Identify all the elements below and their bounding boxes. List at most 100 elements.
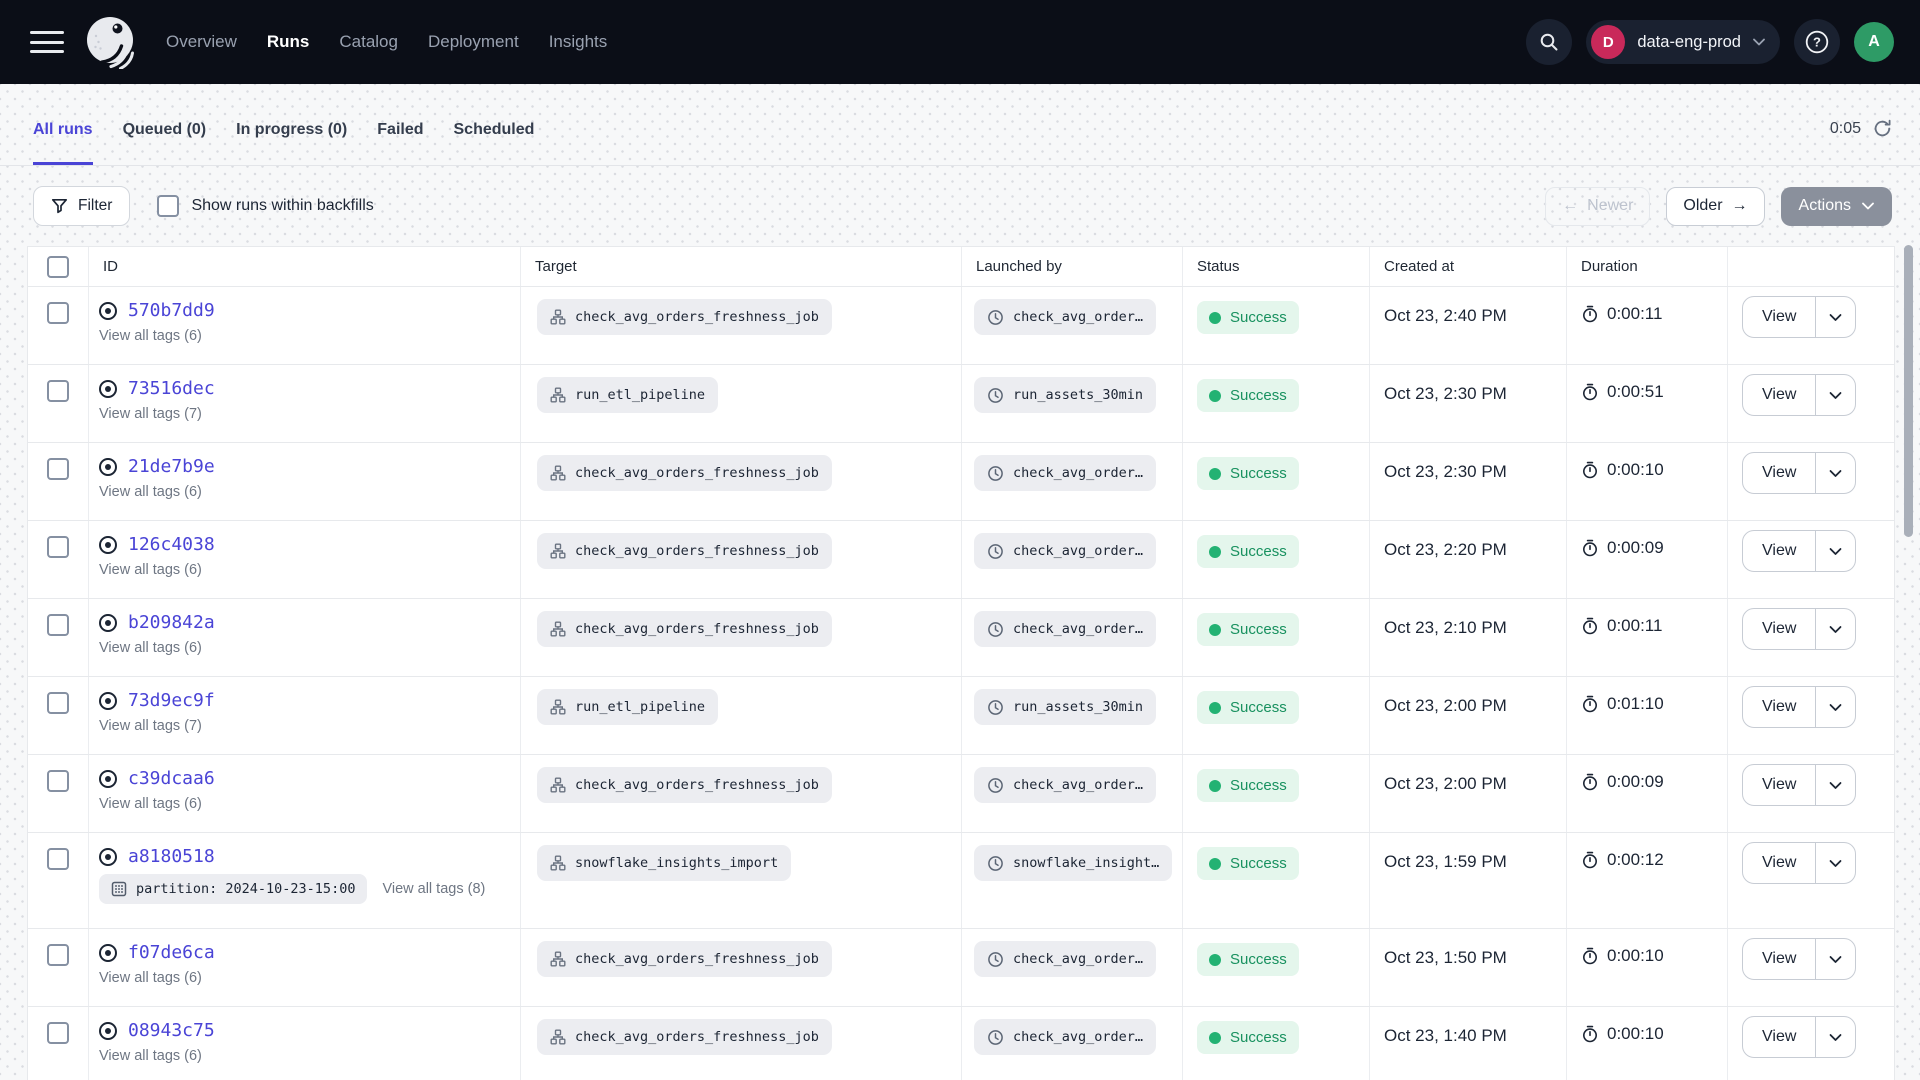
view-dropdown-button[interactable] — [1816, 375, 1855, 415]
run-id-link[interactable]: 21de7b9e — [128, 456, 215, 477]
tab-all-runs[interactable]: All runs — [33, 84, 93, 165]
view-button[interactable]: View — [1743, 765, 1816, 805]
run-id-link[interactable]: a8180518 — [128, 846, 215, 867]
view-button[interactable]: View — [1743, 609, 1816, 649]
run-id-link[interactable]: 570b7dd9 — [128, 300, 215, 321]
row-checkbox[interactable] — [47, 848, 69, 870]
refresh-button[interactable] — [1873, 119, 1892, 138]
view-all-tags-link[interactable]: View all tags (6) — [99, 562, 202, 578]
tab-failed[interactable]: Failed — [377, 84, 423, 165]
view-button[interactable]: View — [1743, 453, 1816, 493]
view-all-tags-link[interactable]: View all tags (6) — [99, 640, 202, 656]
run-id-link[interactable]: f07de6ca — [128, 942, 215, 963]
target-tag[interactable]: run_etl_pipeline — [537, 689, 718, 725]
tab-scheduled[interactable]: Scheduled — [454, 84, 535, 165]
tab-queued[interactable]: Queued (0) — [123, 84, 207, 165]
view-button[interactable]: View — [1743, 687, 1816, 727]
launched-by-tag[interactable]: run_assets_30min — [974, 377, 1156, 413]
launched-by-tag[interactable]: snowflake_insight… — [974, 845, 1172, 881]
view-dropdown-button[interactable] — [1816, 1017, 1855, 1057]
view-button[interactable]: View — [1743, 375, 1816, 415]
workspace-switcher[interactable]: D data-eng-prod — [1586, 20, 1780, 64]
view-dropdown-button[interactable] — [1816, 609, 1855, 649]
nav-catalog[interactable]: Catalog — [339, 32, 398, 52]
view-all-tags-link[interactable]: View all tags (8) — [382, 881, 485, 897]
view-all-tags-link[interactable]: View all tags (6) — [99, 484, 202, 500]
target-tag[interactable]: check_avg_orders_freshness_job — [537, 533, 832, 569]
help-button[interactable]: ? — [1794, 19, 1840, 65]
row-checkbox[interactable] — [47, 1022, 69, 1044]
backfills-checkbox[interactable] — [157, 195, 179, 217]
select-all-checkbox[interactable] — [47, 256, 69, 278]
launched-by-tag[interactable]: check_avg_order… — [974, 767, 1156, 803]
view-dropdown-button[interactable] — [1816, 687, 1855, 727]
row-checkbox[interactable] — [47, 302, 69, 324]
target-tag[interactable]: snowflake_insights_import — [537, 845, 791, 881]
actions-button[interactable]: Actions — [1781, 187, 1892, 226]
run-id-link[interactable]: 73516dec — [128, 378, 215, 399]
run-id-link[interactable]: b209842a — [128, 612, 215, 633]
created-at-text: Oct 23, 2:00 PM — [1384, 774, 1507, 793]
user-avatar[interactable]: A — [1854, 22, 1894, 62]
row-checkbox[interactable] — [47, 536, 69, 558]
row-checkbox[interactable] — [47, 380, 69, 402]
view-dropdown-button[interactable] — [1816, 531, 1855, 571]
run-id-link[interactable]: 08943c75 — [128, 1020, 215, 1041]
view-all-tags-link[interactable]: View all tags (6) — [99, 1048, 202, 1064]
launched-by-tag[interactable]: check_avg_order… — [974, 941, 1156, 977]
view-button[interactable]: View — [1743, 843, 1816, 883]
nav-insights[interactable]: Insights — [549, 32, 608, 52]
status-badge: Success — [1197, 691, 1299, 724]
row-checkbox[interactable] — [47, 944, 69, 966]
view-all-tags-link[interactable]: View all tags (6) — [99, 796, 202, 812]
view-button-group: View — [1742, 842, 1856, 884]
refresh-countdown: 0:05 — [1830, 120, 1861, 138]
search-button[interactable] — [1526, 19, 1572, 65]
vertical-scrollbar[interactable] — [1904, 245, 1913, 537]
view-button[interactable]: View — [1743, 297, 1816, 337]
tab-in-progress[interactable]: In progress (0) — [236, 84, 347, 165]
launched-by-tag[interactable]: run_assets_30min — [974, 689, 1156, 725]
target-tag[interactable]: check_avg_orders_freshness_job — [537, 767, 832, 803]
nav-deployment[interactable]: Deployment — [428, 32, 519, 52]
view-all-tags-link[interactable]: View all tags (6) — [99, 970, 202, 986]
view-button[interactable]: View — [1743, 1017, 1816, 1057]
nav-overview[interactable]: Overview — [166, 32, 237, 52]
view-button[interactable]: View — [1743, 939, 1816, 979]
help-icon: ? — [1804, 29, 1830, 55]
target-tag[interactable]: check_avg_orders_freshness_job — [537, 299, 832, 335]
run-id-link[interactable]: 126c4038 — [128, 534, 215, 555]
view-all-tags-link[interactable]: View all tags (6) — [99, 328, 202, 344]
newer-button[interactable]: ← Newer — [1545, 187, 1650, 226]
target-tag[interactable]: check_avg_orders_freshness_job — [537, 611, 832, 647]
view-all-tags-link[interactable]: View all tags (7) — [99, 406, 202, 422]
row-checkbox[interactable] — [47, 770, 69, 792]
launched-by-tag[interactable]: check_avg_order… — [974, 455, 1156, 491]
row-checkbox[interactable] — [47, 614, 69, 636]
target-tag[interactable]: run_etl_pipeline — [537, 377, 718, 413]
view-dropdown-button[interactable] — [1816, 453, 1855, 493]
launched-by-tag[interactable]: check_avg_order… — [974, 1019, 1156, 1055]
view-dropdown-button[interactable] — [1816, 765, 1855, 805]
run-id-link[interactable]: 73d9ec9f — [128, 690, 215, 711]
table-row: c39dcaa6 View all tags (6) check_avg_ord… — [28, 755, 1894, 833]
partition-tag[interactable]: partition: 2024-10-23-15:00 — [99, 874, 367, 904]
older-button[interactable]: Older → — [1666, 187, 1764, 226]
launched-by-tag[interactable]: check_avg_order… — [974, 299, 1156, 335]
filter-button[interactable]: Filter — [33, 186, 130, 226]
menu-icon[interactable] — [30, 29, 64, 55]
row-checkbox[interactable] — [47, 458, 69, 480]
row-checkbox[interactable] — [47, 692, 69, 714]
view-dropdown-button[interactable] — [1816, 843, 1855, 883]
target-tag[interactable]: check_avg_orders_freshness_job — [537, 455, 832, 491]
view-dropdown-button[interactable] — [1816, 939, 1855, 979]
view-all-tags-link[interactable]: View all tags (7) — [99, 718, 202, 734]
view-button[interactable]: View — [1743, 531, 1816, 571]
view-dropdown-button[interactable] — [1816, 297, 1855, 337]
target-tag[interactable]: check_avg_orders_freshness_job — [537, 1019, 832, 1055]
nav-runs[interactable]: Runs — [267, 32, 310, 52]
launched-by-tag[interactable]: check_avg_order… — [974, 533, 1156, 569]
run-id-link[interactable]: c39dcaa6 — [128, 768, 215, 789]
launched-by-tag[interactable]: check_avg_order… — [974, 611, 1156, 647]
target-tag[interactable]: check_avg_orders_freshness_job — [537, 941, 832, 977]
